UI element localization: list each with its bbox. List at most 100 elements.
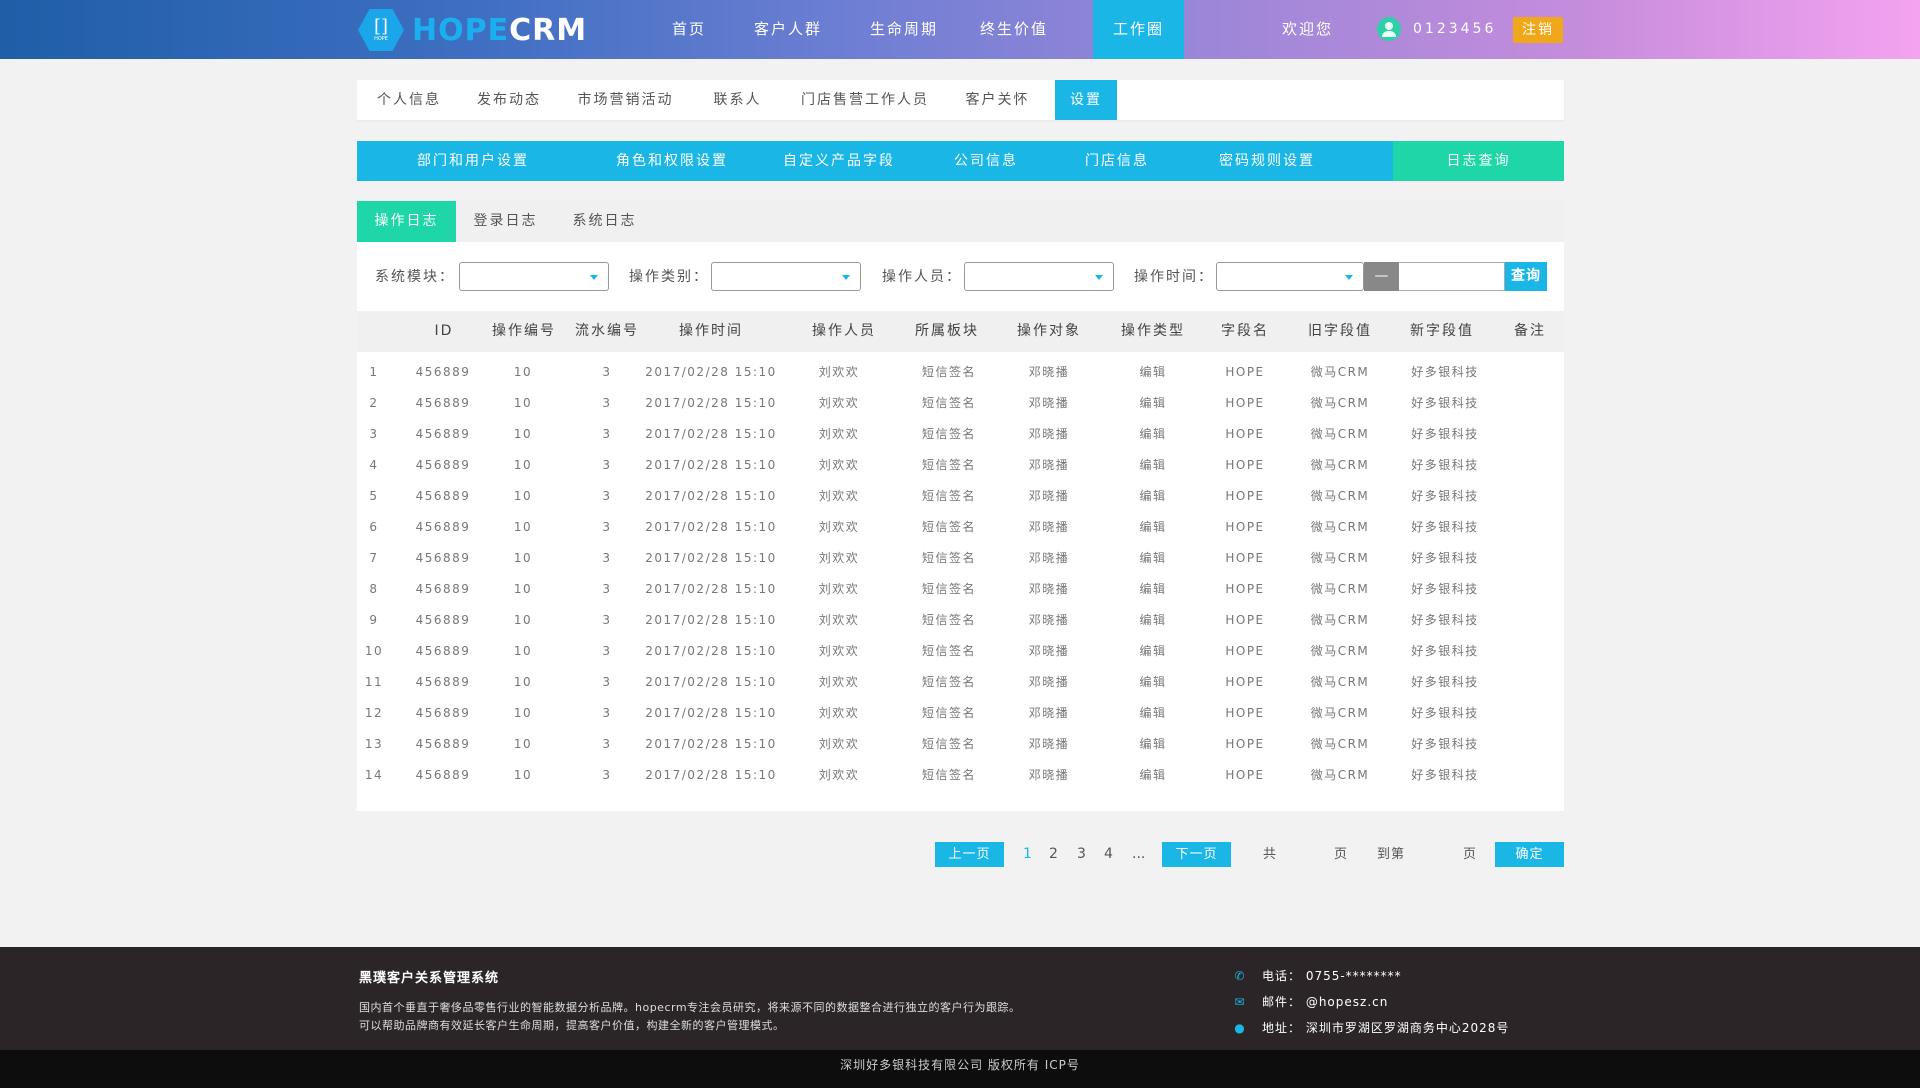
- module-select[interactable]: [459, 262, 609, 291]
- logout-button[interactable]: 注销: [1513, 17, 1563, 43]
- dropdown-arrow-icon: [1345, 275, 1353, 280]
- table-row[interactable]: 8 456889 10 3 2017/02/28 15:10 刘欢欢 短信签名 邓晓播 编辑 HO…: [357, 574, 1564, 605]
- col-op-number[interactable]: 操作编号: [492, 311, 556, 352]
- col-op-type[interactable]: 操作类型: [1121, 311, 1185, 352]
- tab-company-info[interactable]: 公司信息: [923, 141, 1049, 181]
- table-cell: 编辑: [1139, 644, 1167, 658]
- tab-marketing[interactable]: 市场营销活动: [557, 80, 694, 120]
- nav-lifecycle[interactable]: 生命周期: [860, 0, 948, 59]
- page-3[interactable]: 3: [1077, 842, 1086, 867]
- tab-password-rules[interactable]: 密码规则设置: [1185, 141, 1349, 181]
- table-cell: 刘欢欢: [818, 396, 860, 410]
- table-cell: 3: [602, 396, 612, 410]
- tab-department-users[interactable]: 部门和用户设置: [357, 141, 589, 181]
- table-cell: 邓晓播: [1028, 737, 1070, 751]
- copyright-bar: 深圳好多银科技有限公司 版权所有 ICP号: [0, 1050, 1920, 1088]
- log-type-tabs: 操作日志 登录日志 系统日志: [357, 201, 1564, 242]
- type-select[interactable]: [711, 262, 861, 291]
- table-cell: 3: [369, 427, 379, 441]
- col-field-name[interactable]: 字段名: [1221, 311, 1269, 352]
- nav-home[interactable]: 首页: [657, 0, 721, 59]
- table-cell: 短信签名: [921, 675, 977, 689]
- tab-contacts[interactable]: 联系人: [694, 80, 781, 120]
- table-cell: 10: [513, 768, 533, 782]
- table-row[interactable]: 9 456889 10 3 2017/02/28 15:10 刘欢欢 短信签名 邓晓播 编辑 HO…: [357, 605, 1564, 636]
- page-2[interactable]: 2: [1049, 842, 1058, 867]
- time-filter-label: 操作时间：: [1134, 269, 1214, 285]
- page-1[interactable]: 1: [1023, 842, 1032, 867]
- end-time-input[interactable]: [1399, 262, 1505, 291]
- col-section[interactable]: 所属板块: [915, 311, 979, 352]
- page-4[interactable]: 4: [1104, 842, 1113, 867]
- table-row[interactable]: 10 456889 10 3 2017/02/28 15:10 刘欢欢 短信签名 邓晓播 编辑 H…: [357, 636, 1564, 667]
- table-row[interactable]: 12 456889 10 3 2017/02/28 15:10 刘欢欢 短信签名 邓晓播 编辑 H…: [357, 698, 1564, 729]
- phone-text: 电话： 0755-********: [1262, 969, 1402, 983]
- tab-operation-log[interactable]: 操作日志: [357, 201, 456, 242]
- tab-log-query[interactable]: 日志查询: [1393, 141, 1564, 181]
- tab-personal-info[interactable]: 个人信息: [357, 80, 461, 120]
- table-cell: 微马CRM: [1310, 396, 1370, 410]
- table-cell: 好多银科技: [1411, 768, 1479, 782]
- tab-login-log[interactable]: 登录日志: [456, 201, 555, 242]
- tab-store-info[interactable]: 门店信息: [1049, 141, 1185, 181]
- table-cell: 刘欢欢: [818, 551, 860, 565]
- table-cell: HOPE: [1225, 551, 1265, 565]
- table-row[interactable]: 3 456889 10 3 2017/02/28 15:10 刘欢欢 短信签名 邓晓播 编辑 HO…: [357, 419, 1564, 450]
- table-cell: 2: [369, 396, 379, 410]
- col-old-value[interactable]: 旧字段值: [1308, 311, 1372, 352]
- table-cell: 8: [369, 582, 379, 596]
- col-id[interactable]: ID: [435, 311, 454, 352]
- table-cell: 2017/02/28 15:10: [645, 644, 777, 658]
- prev-page-button[interactable]: 上一页: [935, 842, 1004, 867]
- col-target[interactable]: 操作对象: [1017, 311, 1081, 352]
- tab-store-staff[interactable]: 门店售营工作人员: [781, 80, 949, 120]
- tab-customer-care[interactable]: 客户关怀: [949, 80, 1046, 120]
- table-cell: 1: [369, 365, 379, 379]
- table-cell: 短信签名: [921, 737, 977, 751]
- table-cell: 3: [602, 675, 612, 689]
- table-row[interactable]: 13 456889 10 3 2017/02/28 15:10 刘欢欢 短信签名 邓晓播 编辑 H…: [357, 729, 1564, 760]
- nav-work-circle[interactable]: 工作圈: [1093, 0, 1184, 59]
- page-ellipsis: ...: [1132, 846, 1146, 862]
- tab-settings[interactable]: 设置: [1055, 80, 1117, 120]
- table-cell: 9: [369, 613, 379, 627]
- table-row[interactable]: 7 456889 10 3 2017/02/28 15:10 刘欢欢 短信签名 邓晓播 编辑 HO…: [357, 543, 1564, 574]
- table-cell: 编辑: [1139, 613, 1167, 627]
- start-time-select[interactable]: [1216, 262, 1364, 291]
- table-cell: 编辑: [1139, 520, 1167, 534]
- contact-email: ✉ 邮件： @hopesz.cn: [1234, 993, 1388, 1010]
- table-row[interactable]: 4 456889 10 3 2017/02/28 15:10 刘欢欢 短信签名 邓晓播 编辑 HO…: [357, 450, 1564, 481]
- logo[interactable]: [] HOPE HOPECRM: [358, 9, 587, 51]
- table-row[interactable]: 5 456889 10 3 2017/02/28 15:10 刘欢欢 短信签名 邓晓播 编辑 HO…: [357, 481, 1564, 512]
- footer-desc-line-1: 国内首个垂直于奢侈品零售行业的智能数据分析品牌。hopecrm专注会员研究，将来…: [359, 1001, 1021, 1014]
- table-cell: 短信签名: [921, 706, 977, 720]
- table-row[interactable]: 2 456889 10 3 2017/02/28 15:10 刘欢欢 短信签名 邓晓播 编辑 HO…: [357, 388, 1564, 419]
- tab-custom-product-fields[interactable]: 自定义产品字段: [755, 141, 923, 181]
- operator-select[interactable]: [964, 262, 1114, 291]
- table-row[interactable]: 14 456889 10 3 2017/02/28 15:10 刘欢欢 短信签名 邓晓播 编辑 H…: [357, 760, 1564, 791]
- col-operator[interactable]: 操作人员: [812, 311, 876, 352]
- col-remark[interactable]: 备注: [1514, 311, 1546, 352]
- confirm-page-button[interactable]: 确定: [1495, 842, 1564, 867]
- table-row[interactable]: 1 456889 10 3 2017/02/28 15:10 刘欢欢 短信签名 邓晓播 编辑 HO…: [357, 357, 1564, 388]
- col-serial-number[interactable]: 流水编号: [575, 311, 639, 352]
- next-page-button[interactable]: 下一页: [1162, 842, 1231, 867]
- query-button[interactable]: 查询: [1505, 262, 1547, 291]
- nav-customer-groups[interactable]: 客户人群: [744, 0, 832, 59]
- primary-tabs: 个人信息 发布动态 市场营销活动 联系人 门店售营工作人员 客户关怀 设置: [357, 80, 1564, 120]
- table-cell: 2017/02/28 15:10: [645, 613, 777, 627]
- table-cell: 邓晓播: [1028, 365, 1070, 379]
- nav-lifetime-value[interactable]: 终生价值: [970, 0, 1058, 59]
- table-row[interactable]: 11 456889 10 3 2017/02/28 15:10 刘欢欢 短信签名 邓晓播 编辑 H…: [357, 667, 1564, 698]
- table-cell: 微马CRM: [1310, 644, 1370, 658]
- table-cell: HOPE: [1225, 396, 1265, 410]
- table-row[interactable]: 6 456889 10 3 2017/02/28 15:10 刘欢欢 短信签名 邓晓播 编辑 HO…: [357, 512, 1564, 543]
- tab-roles-permissions[interactable]: 角色和权限设置: [589, 141, 755, 181]
- tab-system-log[interactable]: 系统日志: [555, 201, 654, 242]
- phone-icon: ✆: [1234, 968, 1246, 983]
- table-cell: 10: [513, 365, 533, 379]
- col-op-time[interactable]: 操作时间: [679, 311, 743, 352]
- col-new-value[interactable]: 新字段值: [1410, 311, 1474, 352]
- tab-post-updates[interactable]: 发布动态: [461, 80, 557, 120]
- user-avatar-icon[interactable]: [1377, 17, 1401, 41]
